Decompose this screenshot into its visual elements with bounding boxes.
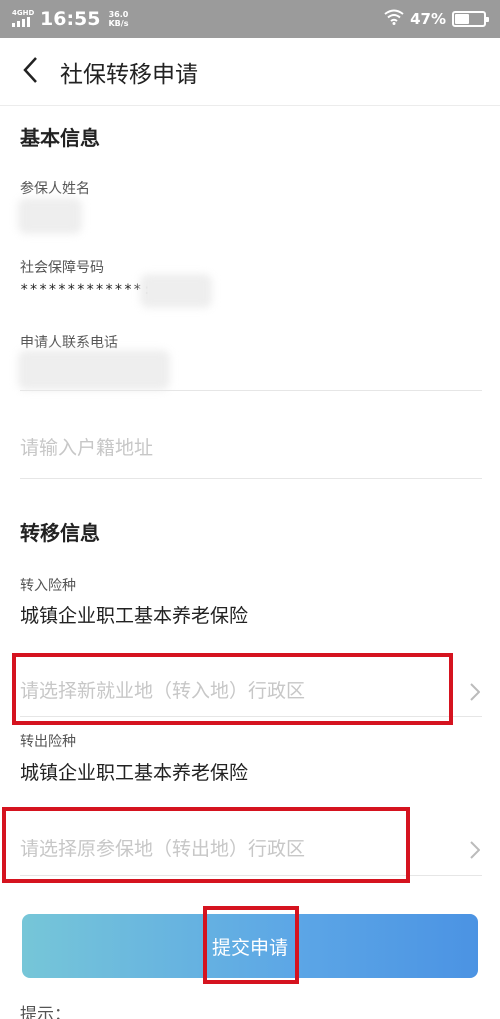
out-type-label: 转出险种 bbox=[20, 734, 76, 750]
out-region-placeholder: 请选择原参保地（转出地）行政区 bbox=[20, 838, 306, 860]
chevron-left-icon bbox=[22, 56, 38, 88]
out-region-select[interactable]: 请选择原参保地（转出地）行政区 bbox=[20, 834, 484, 870]
back-button[interactable] bbox=[0, 38, 60, 106]
chevron-right-icon bbox=[470, 683, 481, 705]
hint-label: 提示： bbox=[20, 1005, 71, 1019]
in-type-value: 城镇企业职工基本养老保险 bbox=[20, 605, 249, 627]
address-input[interactable]: 请输入户籍地址 bbox=[20, 433, 153, 460]
page-title: 社保转移申请 bbox=[60, 61, 198, 88]
app-header: 社保转移申请 bbox=[0, 38, 500, 106]
in-region-placeholder: 请选择新就业地（转入地）行政区 bbox=[20, 680, 306, 702]
network-speed: 36.0 KB/s bbox=[108, 10, 129, 28]
battery-icon bbox=[452, 11, 489, 27]
divider bbox=[20, 875, 482, 876]
out-type-value: 城镇企业职工基本养老保险 bbox=[20, 762, 249, 784]
battery-percent: 47% bbox=[410, 10, 446, 28]
signal-icon: 4GHD bbox=[12, 9, 34, 29]
in-type-label: 转入险种 bbox=[20, 578, 76, 594]
submit-button[interactable]: 提交申请 bbox=[22, 914, 478, 978]
phone-value-redacted bbox=[18, 350, 170, 390]
phone-label: 申请人联系电话 bbox=[20, 335, 118, 351]
chevron-right-icon bbox=[470, 841, 481, 863]
status-bar: 4GHD 16:55 36.0 KB/s 47% bbox=[0, 0, 500, 38]
in-region-select[interactable]: 请选择新就业地（转入地）行政区 bbox=[20, 676, 484, 712]
name-label: 参保人姓名 bbox=[20, 181, 90, 197]
wifi-icon bbox=[384, 9, 404, 29]
status-time: 16:55 bbox=[40, 8, 101, 30]
name-value-redacted bbox=[18, 198, 82, 234]
divider bbox=[20, 478, 482, 479]
divider bbox=[20, 716, 482, 717]
transfer-info-title: 转移信息 bbox=[20, 521, 100, 545]
divider bbox=[20, 390, 482, 391]
ssn-value-redacted bbox=[140, 274, 212, 308]
ssn-label: 社会保障号码 bbox=[20, 260, 104, 276]
basic-info-title: 基本信息 bbox=[20, 126, 100, 150]
ssn-value: *************: bbox=[20, 282, 153, 298]
